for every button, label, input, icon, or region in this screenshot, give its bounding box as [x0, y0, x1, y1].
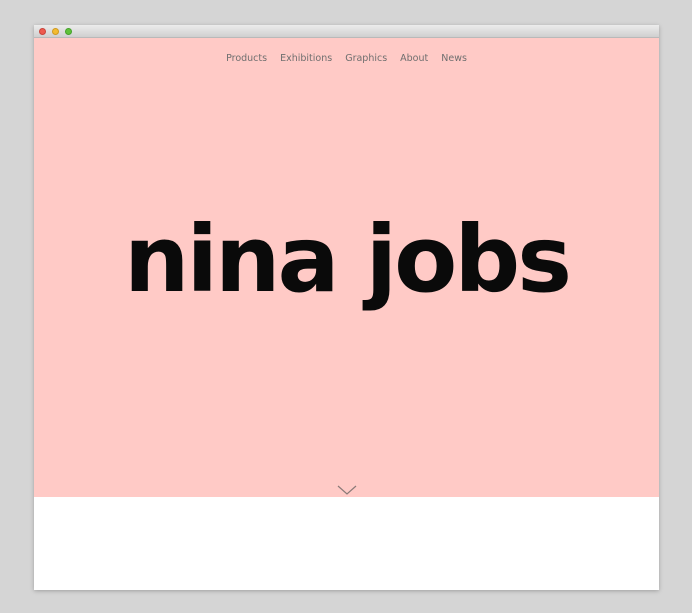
zoom-window-button[interactable]	[65, 28, 72, 35]
nav-item-news: News	[441, 46, 467, 64]
nav-link-exhibitions[interactable]: Exhibitions	[280, 53, 332, 64]
browser-window: Products Exhibitions Graphics About News…	[34, 25, 659, 590]
nav-link-about[interactable]: About	[400, 53, 428, 64]
nav-list: Products Exhibitions Graphics About News	[34, 46, 659, 64]
nav-link-news[interactable]: News	[441, 53, 467, 64]
window-titlebar	[34, 25, 659, 38]
close-window-button[interactable]	[39, 28, 46, 35]
nav-item-about: About	[400, 46, 428, 64]
nav-item-graphics: Graphics	[345, 46, 387, 64]
nav-link-products[interactable]: Products	[226, 53, 267, 64]
chevron-down-icon[interactable]	[336, 482, 358, 496]
site-logo: nina jobs	[124, 206, 572, 313]
content-area	[34, 497, 659, 590]
nav-item-exhibitions: Exhibitions	[280, 46, 332, 64]
hero-section: Products Exhibitions Graphics About News…	[34, 38, 659, 497]
chevron-down-icon-graphic	[337, 485, 357, 495]
nav-link-graphics[interactable]: Graphics	[345, 53, 387, 64]
minimize-window-button[interactable]	[52, 28, 59, 35]
nav-item-products: Products	[226, 46, 267, 64]
